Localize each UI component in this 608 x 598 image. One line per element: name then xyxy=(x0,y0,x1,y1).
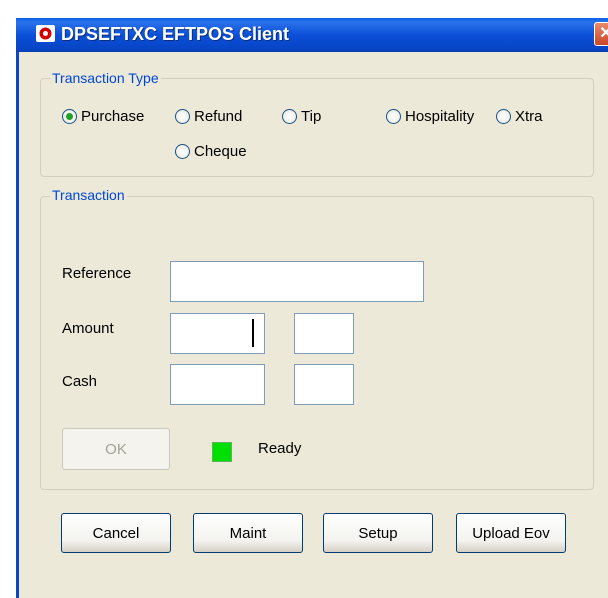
radio-unchecked-icon xyxy=(175,144,190,159)
amount-input[interactable] xyxy=(170,313,265,354)
radio-unchecked-icon xyxy=(282,109,297,124)
radio-hospitality[interactable]: Hospitality xyxy=(386,108,474,125)
cash-cents-input[interactable] xyxy=(294,364,354,405)
radio-refund[interactable]: Refund xyxy=(175,108,242,125)
cash-input[interactable] xyxy=(170,364,265,405)
radio-refund-label: Refund xyxy=(194,108,243,125)
amount-cents-input[interactable] xyxy=(294,313,354,354)
amount-label: Amount xyxy=(62,320,114,337)
title-bar[interactable]: DPSEFTXC EFTPOS Client ✕ xyxy=(16,18,608,52)
reference-input[interactable] xyxy=(170,261,424,302)
ok-button[interactable]: OK xyxy=(62,428,170,470)
window-border xyxy=(16,18,19,598)
status-text: Ready xyxy=(258,440,302,457)
transaction-type-group xyxy=(40,78,594,177)
radio-unchecked-icon xyxy=(175,109,190,124)
radio-xtra-label: Xtra xyxy=(515,108,543,125)
cancel-button[interactable]: Cancel xyxy=(61,513,171,553)
radio-purchase[interactable]: Purchase xyxy=(62,108,144,125)
app-icon xyxy=(36,25,55,42)
upload-eov-button[interactable]: Upload Eov xyxy=(456,513,566,553)
radio-xtra[interactable]: Xtra xyxy=(496,108,543,125)
radio-unchecked-icon xyxy=(496,109,511,124)
window-title: DPSEFTXC EFTPOS Client xyxy=(61,24,290,44)
setup-button[interactable]: Setup xyxy=(323,513,433,553)
radio-purchase-label: Purchase xyxy=(81,108,145,125)
cash-label: Cash xyxy=(62,373,98,390)
close-button[interactable]: ✕ xyxy=(594,22,608,46)
radio-checked-icon xyxy=(62,109,77,124)
radio-unchecked-icon xyxy=(386,109,401,124)
radio-tip-label: Tip xyxy=(301,108,322,125)
transaction-type-legend: Transaction Type xyxy=(50,70,161,86)
transaction-legend: Transaction xyxy=(50,187,127,203)
text-cursor xyxy=(252,319,254,347)
reference-label: Reference xyxy=(62,265,132,282)
status-indicator-icon xyxy=(212,442,232,462)
radio-tip[interactable]: Tip xyxy=(282,108,321,125)
radio-cheque-label: Cheque xyxy=(194,143,247,160)
maint-button[interactable]: Maint xyxy=(193,513,303,553)
radio-cheque[interactable]: Cheque xyxy=(175,143,247,160)
close-icon: ✕ xyxy=(599,25,608,42)
radio-hospitality-label: Hospitality xyxy=(405,108,475,125)
